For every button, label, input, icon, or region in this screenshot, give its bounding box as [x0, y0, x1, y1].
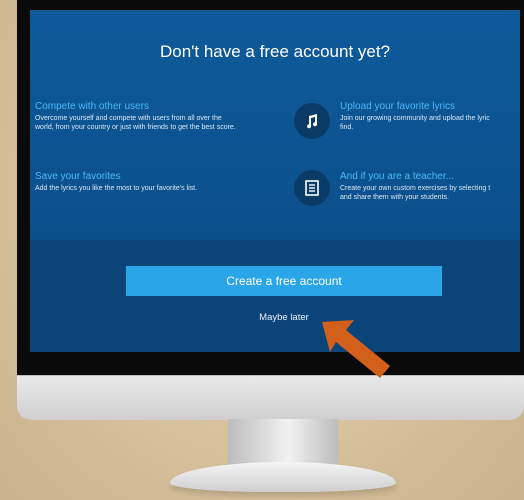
feature-desc: find.: [340, 124, 354, 131]
feature-desc: Join our growing community and upload th…: [340, 115, 490, 122]
feature-compete: Compete with other users Overcome yourse…: [35, 101, 236, 132]
feature-desc: Create your own custom exercises by sele…: [340, 185, 491, 192]
monitor-screen: Don't have a free account yet? Compete w…: [30, 10, 520, 352]
feature-title: And if you are a teacher...: [340, 171, 454, 182]
music-note-icon: [294, 103, 330, 139]
document-list-icon: [294, 170, 330, 206]
feature-teacher: And if you are a teacher... Create your …: [340, 171, 490, 202]
create-account-button[interactable]: Create a free account: [126, 266, 442, 296]
feature-upload: Upload your favorite lyrics Join our gro…: [340, 101, 490, 132]
monitor-chin: [17, 375, 524, 420]
feature-desc: Overcome yourself and compete with users…: [35, 115, 222, 122]
modal-heading: Don't have a free account yet?: [159, 42, 391, 61]
feature-desc: and share them with your students.: [340, 194, 449, 201]
maybe-later-link[interactable]: Maybe later: [30, 312, 520, 323]
pointer-arrow-icon: [322, 320, 390, 378]
feature-desc: world, from your country or just with fr…: [35, 124, 236, 131]
feature-title: Upload your favorite lyrics: [340, 101, 456, 112]
feature-title: Compete with other users: [35, 101, 149, 112]
monitor-stand-neck: [228, 419, 338, 467]
feature-title: Save your favorites: [35, 171, 121, 182]
feature-favorites: Save your favorites Add the lyrics you l…: [35, 171, 197, 193]
signup-modal-footer: [30, 240, 520, 352]
feature-desc: Add the lyrics you like the most to your…: [35, 185, 198, 192]
